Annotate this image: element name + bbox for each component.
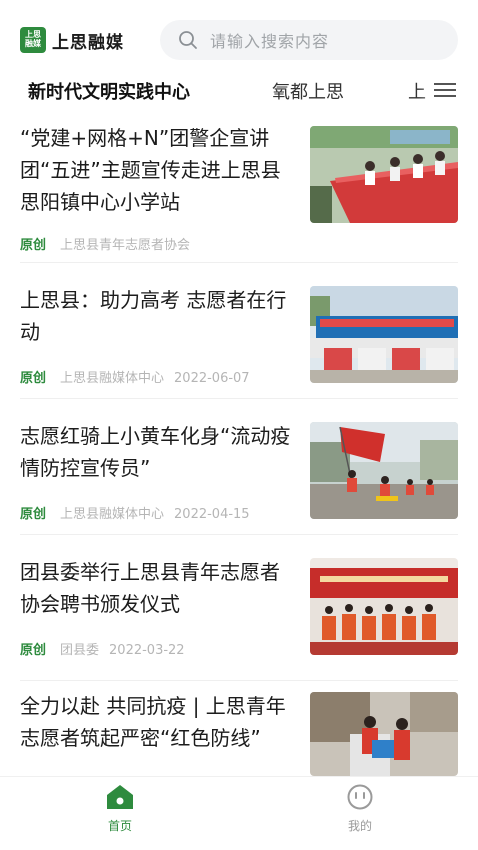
article-source: 团县委 [60, 643, 100, 658]
article-source: 上思县融媒体中心 [60, 507, 165, 522]
article-title: 志愿红骑上小黄车化身“流动疫情防控宣传员” [20, 424, 291, 480]
bottom-nav: 首页 我的 [0, 776, 478, 850]
article-source: 上思县青年志愿者协会 [60, 238, 191, 253]
article-meta: 原创 上思县融媒体中心 2022-06-07 [20, 367, 250, 386]
article-meta: 原创 团县委 2022-03-22 [20, 639, 185, 658]
article-source: 上思县融媒体中心 [60, 371, 165, 386]
home-icon [107, 785, 133, 809]
article-thumbnail [310, 558, 458, 655]
search-icon [179, 31, 197, 49]
search-placeholder: 请输入搜索内容 [210, 32, 330, 51]
divider [20, 398, 458, 399]
original-badge: 原创 [20, 507, 47, 522]
article-date: 2022-04-15 [174, 507, 250, 522]
article-title: 上思县：助力高考 志愿者在行动 [20, 288, 287, 344]
app-header: 上思 融媒 上思融媒 请输入搜索内容 [0, 0, 478, 72]
app-logo: 上思 融媒 上思融媒 [20, 27, 124, 53]
logo-text: 上思融媒 [52, 32, 124, 53]
divider [20, 262, 458, 263]
smiley-icon [347, 784, 373, 810]
article-title: “党建+网格+N”团警企宣讲团“五进”主题宣传走进上思县思阳镇中心小学站 [20, 126, 281, 214]
article-title: 团县委举行上思县青年志愿者协会聘书颁发仪式 [20, 560, 280, 616]
tab-wenming[interactable]: 新时代文明实践中心 [28, 78, 190, 104]
divider [20, 680, 458, 681]
channel-menu-icon[interactable] [434, 80, 458, 100]
tab-yangdu[interactable]: 氧都上思 [272, 78, 344, 104]
divider [20, 534, 458, 535]
original-badge: 原创 [20, 643, 47, 658]
article-thumbnail [310, 126, 458, 223]
article-title: 全力以赴 共同抗疫 | 上思青年志愿者筑起严密“红色防线” [20, 694, 286, 750]
nav-home[interactable]: 首页 [80, 783, 160, 834]
article-meta: 原创 上思县青年志愿者协会 [20, 234, 200, 253]
nav-mine-label: 我的 [347, 819, 372, 833]
original-badge: 原创 [20, 371, 47, 386]
article-thumbnail [310, 286, 458, 383]
channel-tabs: 新时代文明实践中心 氧都上思 上 [0, 72, 478, 112]
nav-home-label: 首页 [107, 819, 132, 833]
original-badge: 原创 [20, 238, 47, 253]
logo-mark-icon: 上思 融媒 [20, 27, 46, 53]
search-input[interactable]: 请输入搜索内容 [160, 20, 458, 60]
article-date: 2022-03-22 [109, 643, 185, 658]
article-date: 2022-06-07 [174, 371, 250, 386]
article-meta: 原创 上思县融媒体中心 2022-04-15 [20, 503, 250, 522]
article-thumbnail [310, 422, 458, 519]
article-thumbnail [310, 692, 458, 776]
nav-mine[interactable]: 我的 [320, 783, 400, 834]
